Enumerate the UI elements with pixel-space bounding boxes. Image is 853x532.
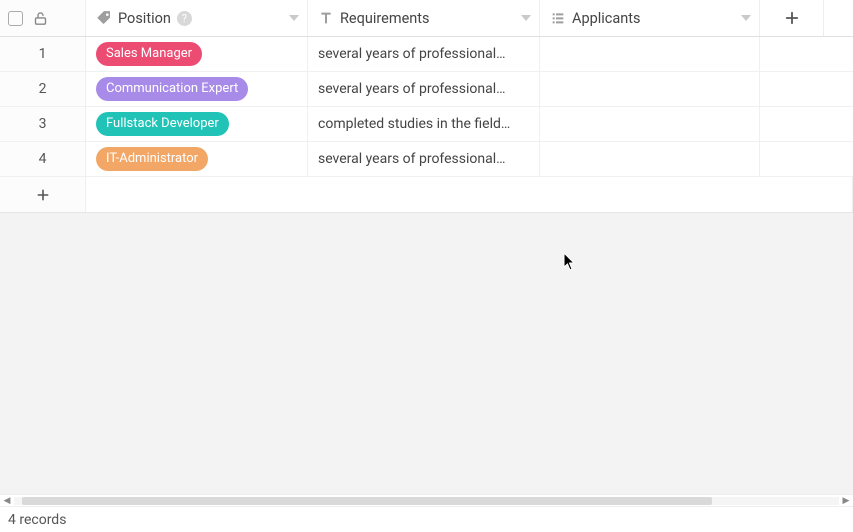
header-gutter — [0, 0, 86, 36]
cell-position[interactable]: IT-Administrator — [86, 142, 308, 176]
status-bar: 4 records — [0, 506, 853, 532]
column-label: Requirements — [340, 10, 430, 27]
chevron-down-icon[interactable] — [289, 15, 299, 21]
cell-requirements[interactable]: several years of professional… — [308, 72, 540, 106]
cell-requirements[interactable]: several years of professional… — [308, 37, 540, 71]
tag-icon — [96, 10, 112, 26]
position-pill: Sales Manager — [96, 42, 202, 66]
row-number: 4 — [0, 142, 86, 176]
empty-area — [0, 213, 853, 494]
column-label: Position — [118, 10, 171, 27]
scrollbar-thumb[interactable] — [22, 497, 712, 505]
scrollbar-track[interactable] — [14, 497, 839, 505]
plus-icon — [35, 187, 51, 203]
select-all-checkbox[interactable] — [8, 11, 23, 26]
row-number: 2 — [0, 72, 86, 106]
column-header-applicants[interactable]: Applicants — [540, 0, 760, 36]
cell-requirements[interactable]: several years of professional… — [308, 142, 540, 176]
cell-position[interactable]: Sales Manager — [86, 37, 308, 71]
column-header-requirements[interactable]: Requirements — [308, 0, 540, 36]
cell-position[interactable]: Communication Expert — [86, 72, 308, 106]
chevron-down-icon[interactable] — [521, 15, 531, 21]
cell-applicants[interactable] — [540, 107, 760, 141]
plus-icon — [783, 9, 801, 27]
cell-applicants[interactable] — [540, 37, 760, 71]
add-column-button[interactable] — [760, 0, 824, 36]
record-count: 4 records — [8, 512, 66, 528]
table-body: 1 Sales Manager several years of profess… — [0, 37, 853, 213]
chevron-down-icon[interactable] — [741, 15, 751, 21]
position-pill: IT-Administrator — [96, 147, 208, 171]
table-row[interactable]: 3 Fullstack Developer completed studies … — [0, 107, 853, 142]
position-pill: Fullstack Developer — [96, 112, 229, 136]
cell-position[interactable]: Fullstack Developer — [86, 107, 308, 141]
text-icon — [318, 10, 334, 26]
row-number: 1 — [0, 37, 86, 71]
list-icon — [550, 10, 566, 26]
table-row[interactable]: 2 Communication Expert several years of … — [0, 72, 853, 107]
scroll-right-icon[interactable]: ▶ — [841, 496, 851, 506]
help-icon[interactable]: ? — [177, 11, 192, 26]
scroll-left-icon[interactable]: ◀ — [2, 496, 12, 506]
add-row[interactable] — [0, 177, 853, 213]
horizontal-scrollbar[interactable]: ◀ ▶ — [0, 494, 853, 506]
table-row[interactable]: 4 IT-Administrator several years of prof… — [0, 142, 853, 177]
row-number: 3 — [0, 107, 86, 141]
cell-applicants[interactable] — [540, 142, 760, 176]
add-row-button[interactable] — [0, 177, 86, 212]
column-label: Applicants — [572, 10, 641, 27]
column-header-position[interactable]: Position ? — [86, 0, 308, 36]
cell-applicants[interactable] — [540, 72, 760, 106]
unlock-icon[interactable] — [33, 10, 48, 27]
position-pill: Communication Expert — [96, 77, 248, 101]
table-row[interactable]: 1 Sales Manager several years of profess… — [0, 37, 853, 72]
cell-requirements[interactable]: completed studies in the field… — [308, 107, 540, 141]
column-header-row: Position ? Requirements Applicants — [0, 0, 853, 37]
add-row-empty — [86, 177, 853, 212]
